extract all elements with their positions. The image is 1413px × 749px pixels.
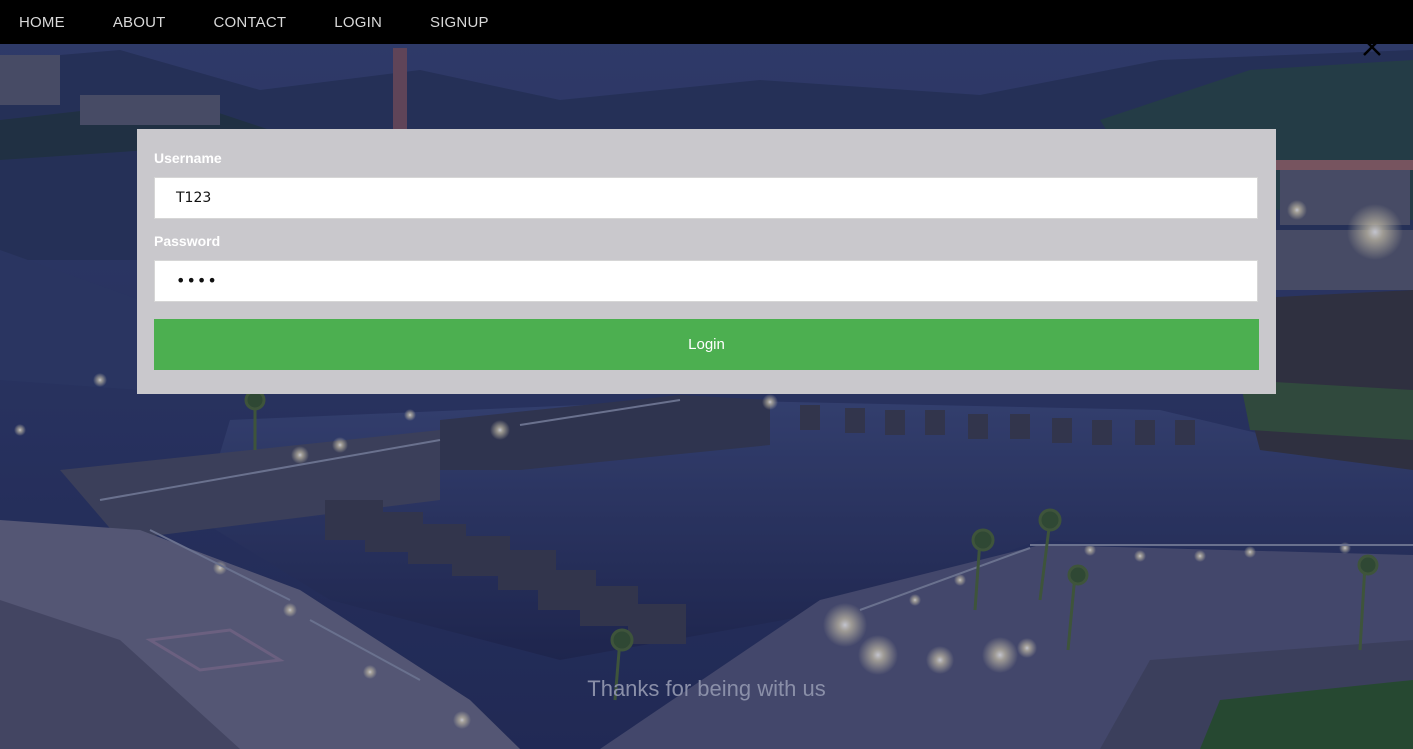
username-input[interactable]: T123: [154, 177, 1258, 219]
login-button[interactable]: Login: [154, 319, 1259, 370]
login-modal: Username T123 Password •••• Login: [137, 129, 1276, 394]
password-input[interactable]: ••••: [154, 260, 1258, 302]
nav-signup[interactable]: SIGNUP: [430, 14, 489, 31]
top-navbar: HOME ABOUT CONTACT LOGIN SIGNUP: [0, 0, 1413, 44]
password-label: Password: [154, 233, 221, 249]
nav-about[interactable]: ABOUT: [113, 14, 166, 31]
username-label: Username: [154, 150, 222, 166]
nav-home[interactable]: HOME: [19, 14, 65, 31]
footer-message: Thanks for being with us: [587, 676, 826, 701]
nav-login[interactable]: LOGIN: [334, 14, 382, 31]
nav-contact[interactable]: CONTACT: [214, 14, 287, 31]
close-icon[interactable]: [1361, 36, 1383, 58]
